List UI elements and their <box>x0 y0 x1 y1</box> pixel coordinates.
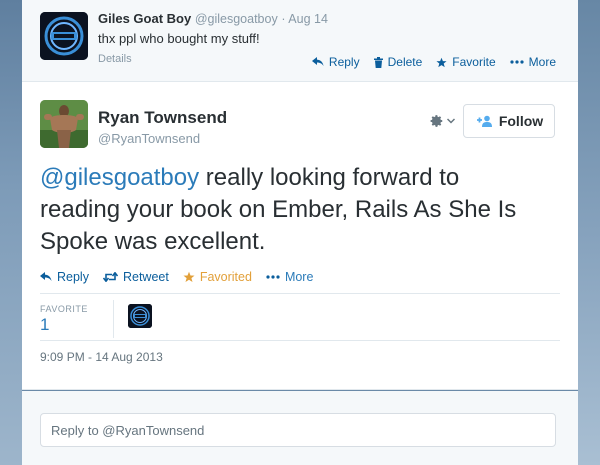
retweet-button[interactable]: Retweet <box>102 270 169 284</box>
parent-tweet-avatar[interactable] <box>40 12 88 60</box>
parent-tweet-header: Giles Goat Boy @gilesgoatboy · Aug 14 <box>98 11 328 26</box>
favorited-label: Favorited <box>199 270 252 284</box>
parent-tweet-date[interactable]: Aug 14 <box>288 12 328 26</box>
reply-icon <box>40 272 52 281</box>
chevron-down-icon <box>447 118 455 124</box>
favorite-stat-label: FAVORITE <box>40 304 88 314</box>
reply-input[interactable]: Reply to @RyanTownsend <box>40 413 556 447</box>
retweet-icon <box>102 272 118 282</box>
more-button[interactable]: More <box>266 270 313 284</box>
user-actions-dropdown[interactable] <box>430 114 455 128</box>
tweet-text-line-2: reading your book on Ember, Rails As She… <box>40 196 517 223</box>
parent-reply-label: Reply <box>328 55 360 69</box>
parent-tweet-text: thx ppl who bought my stuff! <box>98 31 260 46</box>
page-background-left <box>0 0 22 465</box>
star-filled-icon <box>183 271 195 282</box>
tweet-timestamp[interactable]: 9:09 PM - 14 Aug 2013 <box>40 350 163 364</box>
main-tweet-actions: Reply Retweet Favorited More <box>40 270 313 284</box>
parent-author-handle[interactable]: @gilesgoatboy <box>195 12 278 26</box>
follow-user-icon <box>476 115 492 127</box>
divider-bottom <box>40 340 560 341</box>
tweet-text-line-1-rest: really looking forward to <box>199 164 460 191</box>
laughing-man-logo-icon <box>128 304 152 328</box>
favorited-button[interactable]: Favorited <box>183 270 252 284</box>
parent-delete-label: Delete <box>387 55 423 69</box>
main-tweet: Ryan Townsend @RyanTownsend Follow @gile… <box>22 82 578 390</box>
mention-link[interactable]: @gilesgoatboy <box>40 164 199 191</box>
parent-tweet-actions: Reply Delete Favorite More <box>311 55 556 69</box>
page-background-right <box>578 0 600 465</box>
parent-favorite-label: Favorite <box>452 55 496 69</box>
parent-tweet[interactable]: Giles Goat Boy @gilesgoatboy · Aug 14 th… <box>22 0 578 82</box>
parent-more-label: More <box>528 55 556 69</box>
stats-divider <box>113 300 114 338</box>
tweet-text-line-3: Spoke was excellent. <box>40 228 266 255</box>
user-photo-icon <box>40 100 88 148</box>
main-author-handle[interactable]: @RyanTownsend <box>98 131 200 146</box>
more-label: More <box>284 270 314 284</box>
tweet-text-line-1: @gilesgoatboy really looking forward to <box>40 162 540 194</box>
main-tweet-avatar[interactable] <box>40 100 88 148</box>
trash-icon <box>373 56 383 68</box>
main-tweet-text: @gilesgoatboy really looking forward to … <box>40 162 540 258</box>
follow-button-label: Follow <box>498 113 544 129</box>
star-icon <box>436 57 447 67</box>
favoriter-avatar[interactable] <box>128 304 152 328</box>
more-dots-icon <box>266 275 280 279</box>
favorite-count[interactable]: 1 <box>40 315 49 335</box>
reply-label: Reply <box>57 270 89 284</box>
parent-favorite-button[interactable]: Favorite <box>436 55 496 69</box>
retweet-label: Retweet <box>122 270 169 284</box>
parent-author-name[interactable]: Giles Goat Boy <box>98 11 191 26</box>
reply-icon <box>311 57 324 66</box>
laughing-man-logo-icon <box>40 12 88 60</box>
parent-delete-button[interactable]: Delete <box>373 55 423 69</box>
gear-icon <box>430 115 443 127</box>
parent-more-button[interactable]: More <box>510 55 556 69</box>
reply-area: Reply to @RyanTownsend <box>22 391 578 465</box>
more-dots-icon <box>510 60 524 64</box>
main-author-name[interactable]: Ryan Townsend <box>98 108 227 128</box>
reply-button[interactable]: Reply <box>40 270 89 284</box>
parent-reply-button[interactable]: Reply <box>311 55 360 69</box>
details-link[interactable]: Details <box>98 53 132 65</box>
divider-top <box>40 293 560 294</box>
follow-button[interactable]: Follow <box>463 104 555 138</box>
